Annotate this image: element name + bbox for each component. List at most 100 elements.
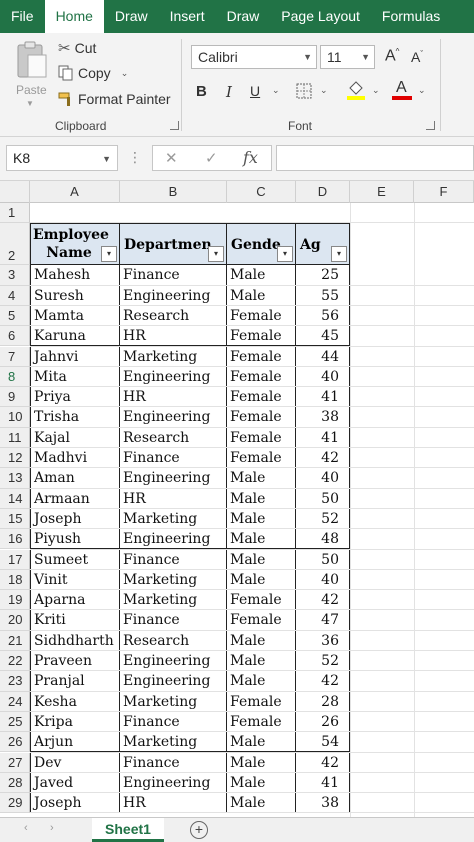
cell-b14[interactable]: HR bbox=[120, 488, 227, 509]
name-box[interactable]: K8 ▼ bbox=[6, 145, 118, 171]
cell-b25[interactable]: Finance bbox=[120, 711, 227, 733]
row-header-13[interactable]: 13 bbox=[0, 468, 30, 489]
cell-c12[interactable]: Female bbox=[227, 448, 296, 469]
row-header-27[interactable]: 27 bbox=[0, 752, 30, 773]
cell-d11[interactable]: 41 bbox=[296, 427, 350, 448]
cell-d29[interactable]: 38 bbox=[296, 793, 350, 814]
row-header-14[interactable]: 14 bbox=[0, 488, 30, 509]
cell-c23[interactable]: Male bbox=[227, 671, 296, 692]
column-header-a[interactable]: A bbox=[30, 181, 120, 203]
cell-d17[interactable]: 50 bbox=[296, 549, 350, 570]
tab-file[interactable]: File bbox=[0, 0, 45, 33]
tab-home[interactable]: Home bbox=[44, 0, 104, 33]
bold-button[interactable]: B bbox=[196, 83, 207, 100]
cut-button[interactable]: ✂ Cut bbox=[58, 39, 96, 57]
cell-a27[interactable]: Dev bbox=[30, 752, 120, 773]
cell-a4[interactable]: Suresh bbox=[30, 285, 120, 306]
insert-function-icon[interactable]: fx bbox=[243, 148, 258, 167]
chevron-down-icon[interactable]: ⌄ bbox=[272, 85, 280, 96]
sheet-tab-sheet1[interactable]: Sheet1 bbox=[92, 818, 164, 842]
cell-a11[interactable]: Kajal bbox=[30, 427, 120, 448]
cell-a10[interactable]: Trisha bbox=[30, 407, 120, 428]
cell-c20[interactable]: Female bbox=[227, 610, 296, 631]
cell-c8[interactable]: Female bbox=[227, 366, 296, 388]
cell-c21[interactable]: Male bbox=[227, 630, 296, 651]
cell-b17[interactable]: Finance bbox=[120, 549, 227, 570]
row-header-23[interactable]: 23 bbox=[0, 671, 30, 692]
chevron-down-icon[interactable]: ⌄ bbox=[320, 85, 328, 96]
header-cell-d[interactable]: Ag ▾ bbox=[296, 223, 350, 266]
cell-b5[interactable]: Research bbox=[120, 305, 227, 327]
cell-b22[interactable]: Engineering bbox=[120, 651, 227, 672]
cell-c19[interactable]: Female bbox=[227, 590, 296, 611]
filter-dropdown-icon[interactable]: ▾ bbox=[277, 246, 293, 263]
cell-b28[interactable]: Engineering bbox=[120, 772, 227, 794]
column-header-e[interactable]: E bbox=[350, 181, 414, 203]
cell-d16[interactable]: 48 bbox=[296, 529, 350, 550]
cell-a15[interactable]: Joseph bbox=[30, 508, 120, 530]
filter-dropdown-icon[interactable]: ▾ bbox=[101, 246, 117, 263]
font-size-combo[interactable]: 11 ▼ bbox=[320, 45, 375, 69]
tab-draw[interactable]: Draw bbox=[216, 0, 271, 33]
cell-d21[interactable]: 36 bbox=[296, 630, 350, 651]
row-header-15[interactable]: 15 bbox=[0, 508, 30, 530]
cell-d15[interactable]: 52 bbox=[296, 508, 350, 530]
cell-a5[interactable]: Mamta bbox=[30, 305, 120, 327]
cell-c11[interactable]: Female bbox=[227, 427, 296, 448]
font-color-button[interactable]: A bbox=[392, 79, 412, 101]
row-header-1[interactable]: 1 bbox=[0, 203, 30, 224]
header-cell-c[interactable]: Gende ▾ bbox=[227, 223, 296, 266]
cell-a17[interactable]: Sumeet bbox=[30, 549, 120, 570]
cell-d9[interactable]: 41 bbox=[296, 387, 350, 408]
row-header-28[interactable]: 28 bbox=[0, 772, 30, 794]
row-header-3[interactable]: 3 bbox=[0, 265, 30, 286]
cell-a28[interactable]: Javed bbox=[30, 772, 120, 794]
filter-dropdown-icon[interactable]: ▾ bbox=[208, 246, 224, 263]
cell-b29[interactable]: HR bbox=[120, 793, 227, 814]
cell-b20[interactable]: Finance bbox=[120, 610, 227, 631]
column-header-f[interactable]: F bbox=[414, 181, 474, 203]
cell-b18[interactable]: Marketing bbox=[120, 569, 227, 591]
row-header-22[interactable]: 22 bbox=[0, 651, 30, 672]
borders-button[interactable] bbox=[296, 83, 312, 104]
cell-c6[interactable]: Female bbox=[227, 326, 296, 347]
cell-c7[interactable]: Female bbox=[227, 346, 296, 367]
cell-b26[interactable]: Marketing bbox=[120, 732, 227, 753]
clipboard-dialog-launcher-icon[interactable] bbox=[170, 121, 179, 130]
cell-b8[interactable]: Engineering bbox=[120, 366, 227, 388]
cell-d5[interactable]: 56 bbox=[296, 305, 350, 327]
tab-insert[interactable]: Insert bbox=[159, 0, 216, 33]
row-header-12[interactable]: 12 bbox=[0, 448, 30, 469]
chevron-down-icon[interactable]: ⌄ bbox=[372, 85, 380, 96]
grow-font-button[interactable]: A^ bbox=[385, 47, 399, 65]
cell-a3[interactable]: Mahesh bbox=[30, 265, 120, 286]
chevron-right-icon[interactable]: › bbox=[50, 822, 54, 834]
row-header-4[interactable]: 4 bbox=[0, 285, 30, 306]
cell-d28[interactable]: 41 bbox=[296, 772, 350, 794]
cell-d24[interactable]: 28 bbox=[296, 691, 350, 712]
cell-a6[interactable]: Karuna bbox=[30, 326, 120, 347]
row-header-24[interactable]: 24 bbox=[0, 691, 30, 712]
cell-b6[interactable]: HR bbox=[120, 326, 227, 347]
cell-c28[interactable]: Male bbox=[227, 772, 296, 794]
cell-b15[interactable]: Marketing bbox=[120, 508, 227, 530]
cell-a23[interactable]: Pranjal bbox=[30, 671, 120, 692]
cell-c10[interactable]: Female bbox=[227, 407, 296, 428]
cell-c9[interactable]: Female bbox=[227, 387, 296, 408]
cell-b21[interactable]: Research bbox=[120, 630, 227, 651]
cell-a19[interactable]: Aparna bbox=[30, 590, 120, 611]
cell-d27[interactable]: 42 bbox=[296, 752, 350, 773]
cell-b19[interactable]: Marketing bbox=[120, 590, 227, 611]
cell-d25[interactable]: 26 bbox=[296, 711, 350, 733]
cell-a18[interactable]: Vinit bbox=[30, 569, 120, 591]
cell-b3[interactable]: Finance bbox=[120, 265, 227, 286]
cell-b7[interactable]: Marketing bbox=[120, 346, 227, 367]
cell-d20[interactable]: 47 bbox=[296, 610, 350, 631]
row-header-17[interactable]: 17 bbox=[0, 549, 30, 570]
cell-a9[interactable]: Priya bbox=[30, 387, 120, 408]
cell-a13[interactable]: Aman bbox=[30, 468, 120, 489]
row-header-8[interactable]: 8 bbox=[0, 366, 30, 388]
cell-d13[interactable]: 40 bbox=[296, 468, 350, 489]
cell-b10[interactable]: Engineering bbox=[120, 407, 227, 428]
chevron-left-icon[interactable]: ‹ bbox=[24, 822, 28, 834]
